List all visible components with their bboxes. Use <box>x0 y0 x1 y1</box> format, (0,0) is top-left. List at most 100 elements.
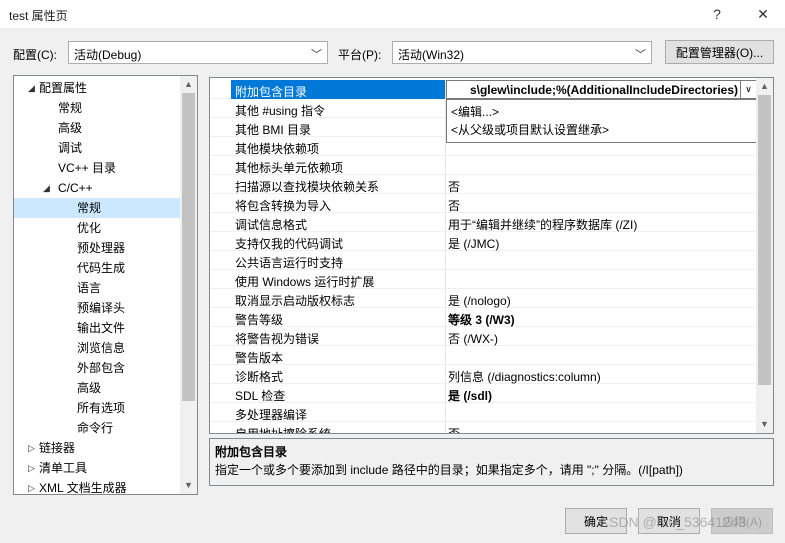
tree-item-label: 优化 <box>77 221 102 235</box>
property-value[interactable]: 是 (/sdl) <box>448 387 492 404</box>
expand-arrow-icon[interactable]: ▷ <box>28 438 35 458</box>
config-combo[interactable]: 活动(Debug) ﹀ <box>68 41 328 64</box>
close-button[interactable]: ✕ <box>748 2 778 26</box>
property-value[interactable]: 否 (/WX-) <box>448 330 498 347</box>
tree-item[interactable]: 浏览信息 <box>14 338 180 358</box>
property-row[interactable]: 支持仅我的代码调试 是 (/JMC) <box>210 232 757 251</box>
tree-item[interactable]: 常规 <box>14 198 180 218</box>
property-row[interactable]: 使用 Windows 运行时扩展 <box>210 270 757 289</box>
property-row[interactable]: 警告等级 等级 3 (/W3) <box>210 308 757 327</box>
dropdown-option[interactable]: <编辑...> <box>451 103 499 120</box>
scroll-down-icon[interactable]: ▼ <box>756 416 773 433</box>
tree-item-label: 高级 <box>58 121 83 135</box>
tree-item-label: C/C++ <box>58 181 93 195</box>
property-value[interactable]: 否 <box>448 197 460 214</box>
column-divider <box>445 251 446 270</box>
property-name: 启用地址擦除系统 <box>235 427 332 434</box>
scroll-up-icon[interactable]: ▲ <box>756 78 773 95</box>
property-name: 公共语言运行时支持 <box>235 256 344 270</box>
property-value[interactable]: 是 (/nologo) <box>448 292 511 309</box>
property-row[interactable]: 扫描源以查找模块依赖关系 否 <box>210 175 757 194</box>
tree-item-label: 高级 <box>77 381 102 395</box>
property-value[interactable]: 用于“编辑并继续”的程序数据库 (/ZI) <box>448 216 637 233</box>
property-row[interactable]: 其他标头单元依赖项 <box>210 156 757 175</box>
collapse-arrow-icon[interactable]: ◢ <box>28 78 35 98</box>
tree-item[interactable]: 语言 <box>14 278 180 298</box>
scroll-up-icon[interactable]: ▲ <box>180 76 197 93</box>
column-divider <box>445 403 446 422</box>
property-row[interactable]: 将警告视为错误 否 (/WX-) <box>210 327 757 346</box>
help-button[interactable]: ? <box>702 2 732 26</box>
property-row[interactable]: 诊断格式 列信息 (/diagnostics:column) <box>210 365 757 384</box>
tree-item[interactable]: ▷ 清单工具 <box>14 458 180 478</box>
scroll-thumb[interactable] <box>182 93 195 401</box>
config-value: 活动(Debug) <box>74 48 142 62</box>
property-row[interactable]: 公共语言运行时支持 <box>210 251 757 270</box>
expand-arrow-icon[interactable]: ▷ <box>28 478 35 494</box>
title-bar: test 属性页 ? ✕ <box>0 0 785 28</box>
tree-item-label: 预编译头 <box>77 301 126 315</box>
scroll-down-icon[interactable]: ▼ <box>180 477 197 494</box>
tree-item-label: 命令行 <box>77 421 114 435</box>
column-divider <box>445 194 446 213</box>
tree-item[interactable]: 常规 <box>14 98 180 118</box>
tree-item[interactable]: 调试 <box>14 138 180 158</box>
property-value[interactable]: 否 <box>448 178 460 195</box>
tree-item[interactable]: 输出文件 <box>14 318 180 338</box>
tree-item[interactable]: 预编译头 <box>14 298 180 318</box>
property-name: SDL 检查 <box>235 389 286 403</box>
property-grid[interactable]: 附加包含目录 其他 #using 指令 其他 BMI 目录 其他模块依赖项 其他标头单元… <box>209 77 774 434</box>
property-row[interactable]: SDL 检查 是 (/sdl) <box>210 384 757 403</box>
property-row[interactable]: 取消显示启动版权标志 是 (/nologo) <box>210 289 757 308</box>
platform-combo[interactable]: 活动(Win32) ﹀ <box>392 41 652 64</box>
dropdown-arrow-icon[interactable]: ∨ <box>740 81 756 98</box>
property-row[interactable]: 调试信息格式 用于“编辑并继续”的程序数据库 (/ZI) <box>210 213 757 232</box>
column-divider <box>445 270 446 289</box>
tree-item[interactable]: VC++ 目录 <box>14 158 180 178</box>
scroll-thumb[interactable] <box>758 95 771 385</box>
property-value[interactable]: 是 (/JMC) <box>448 235 499 252</box>
grid-scrollbar[interactable]: ▲ ▼ <box>756 78 773 433</box>
chevron-down-icon: ﹀ <box>311 49 322 61</box>
tree-item-label: 配置属性 <box>39 81 88 95</box>
property-value[interactable]: 列信息 (/diagnostics:column) <box>448 368 601 385</box>
tree-item[interactable]: ◢ 配置属性 <box>14 78 180 98</box>
property-row[interactable]: 将包含转换为导入 否 <box>210 194 757 213</box>
column-divider <box>445 213 446 232</box>
tree-item[interactable]: 所有选项 <box>14 398 180 418</box>
config-label: 配置(C): <box>13 48 57 62</box>
property-name: 扫描源以查找模块依赖关系 <box>235 180 380 194</box>
property-name: 使用 Windows 运行时扩展 <box>235 275 375 289</box>
tree-item[interactable]: 高级 <box>14 118 180 138</box>
tree-item-label: 常规 <box>77 201 102 215</box>
platform-value: 活动(Win32) <box>398 48 465 62</box>
tree-item[interactable]: ▷ XML 文档生成器 <box>14 478 180 494</box>
tree-item[interactable]: ▷ 链接器 <box>14 438 180 458</box>
property-row[interactable]: 启用地址擦除系统 否 <box>210 422 757 434</box>
column-divider <box>445 308 446 327</box>
tree-scrollbar[interactable]: ▲ ▼ <box>180 76 197 494</box>
tree-item[interactable]: 代码生成 <box>14 258 180 278</box>
property-row[interactable]: 多处理器编译 <box>210 403 757 422</box>
property-row[interactable]: 警告版本 <box>210 346 757 365</box>
dropdown-option[interactable]: <从父级或项目默认设置继承> <box>451 121 609 138</box>
property-value[interactable]: 等级 3 (/W3) <box>448 311 515 328</box>
tree-item[interactable]: ◢ C/C++ <box>14 178 180 198</box>
tree-item[interactable]: 优化 <box>14 218 180 238</box>
configuration-manager-button[interactable]: 配置管理器(O)... <box>665 40 774 64</box>
collapse-arrow-icon[interactable]: ◢ <box>43 178 50 198</box>
tree-item[interactable]: 外部包含 <box>14 358 180 378</box>
property-name: 其他模块依赖项 <box>235 142 320 156</box>
tree-item[interactable]: 命令行 <box>14 418 180 438</box>
column-divider <box>445 346 446 365</box>
tree-item[interactable]: 预处理器 <box>14 238 180 258</box>
column-divider <box>445 232 446 251</box>
include-dirs-input[interactable]: s\glew\include;%(AdditionalIncludeDirect… <box>446 80 757 99</box>
property-value[interactable]: 否 <box>448 425 460 433</box>
expand-arrow-icon[interactable]: ▷ <box>28 458 35 478</box>
property-tree[interactable]: ▲ ▼ ◢ 配置属性 常规 高级 调试 VC++ 目录 ◢ C/C++ 常规 优化 预处理器 代码生成… <box>13 75 198 495</box>
tree-item[interactable]: 高级 <box>14 378 180 398</box>
chevron-down-icon: ﹀ <box>635 49 646 61</box>
column-divider <box>445 422 446 433</box>
property-name: 诊断格式 <box>235 370 284 384</box>
